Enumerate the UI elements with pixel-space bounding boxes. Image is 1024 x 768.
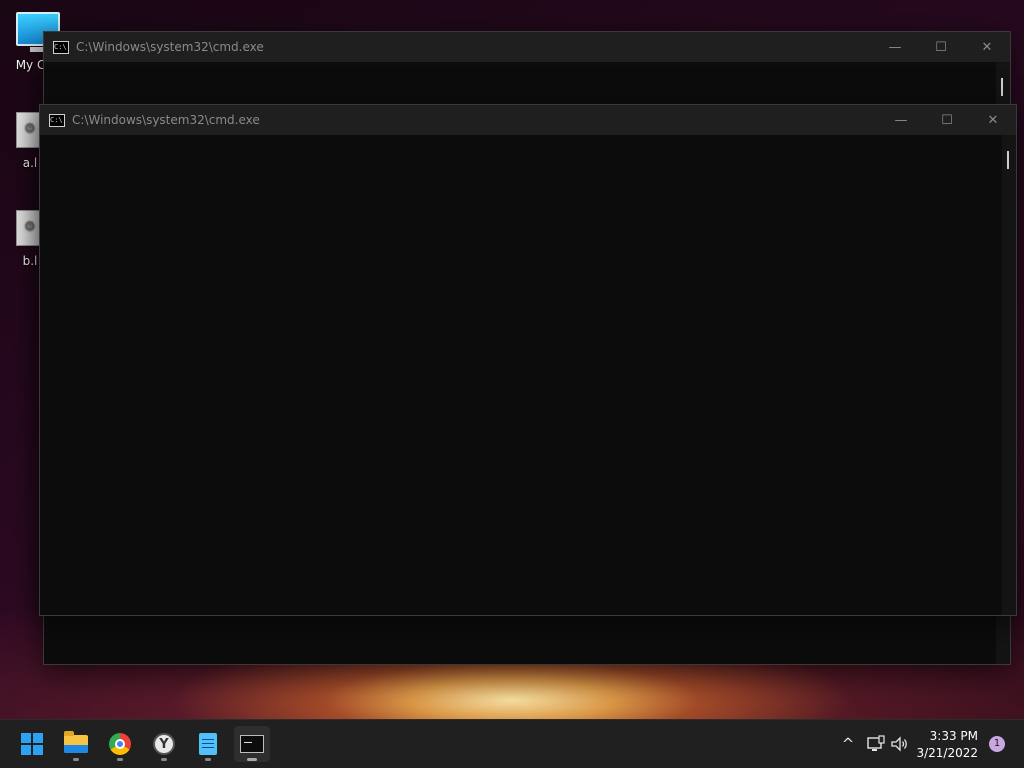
windows-logo-icon xyxy=(21,733,43,755)
taskbar-yandex-browser[interactable]: Y xyxy=(146,726,182,762)
console-area[interactable] xyxy=(40,135,1002,615)
window-title: C:\Windows\system32\cmd.exe xyxy=(76,40,264,54)
terminal-icon xyxy=(240,735,264,753)
scrollbar-thumb[interactable] xyxy=(1001,78,1003,96)
maximize-button[interactable]: ☐ xyxy=(924,105,970,135)
close-button[interactable]: ✕ xyxy=(970,105,1016,135)
maximize-button[interactable]: ☐ xyxy=(918,32,964,62)
taskbar: Y ^ 3:33 PM 3/21/2022 1 xyxy=(0,719,1024,768)
chrome-icon xyxy=(109,733,131,755)
minimize-button[interactable]: — xyxy=(878,105,924,135)
running-indicator xyxy=(117,758,123,761)
start-button[interactable] xyxy=(14,726,50,762)
running-indicator xyxy=(73,758,79,761)
running-indicator xyxy=(161,758,167,761)
taskbar-chrome[interactable] xyxy=(102,726,138,762)
clock-date: 3/21/2022 xyxy=(916,746,978,760)
scrollbar-thumb[interactable] xyxy=(1007,151,1009,169)
taskbar-terminal[interactable] xyxy=(234,726,270,762)
cmd-icon: C:\ xyxy=(53,40,69,54)
cmd-window-front[interactable]: C:\ C:\Windows\system32\cmd.exe — ☐ ✕ xyxy=(39,104,1017,616)
notification-badge[interactable]: 1 xyxy=(989,736,1005,752)
notepad-icon xyxy=(199,733,217,755)
clock-time: 3:33 PM xyxy=(929,729,978,743)
running-indicator xyxy=(247,758,257,761)
vertical-scrollbar[interactable] xyxy=(1002,135,1016,615)
running-indicator xyxy=(205,758,211,761)
folder-icon xyxy=(64,731,88,753)
title-bar[interactable]: C:\ C:\Windows\system32\cmd.exe — ☐ ✕ xyxy=(44,32,1010,62)
volume-icon[interactable] xyxy=(890,735,910,753)
title-bar[interactable]: C:\ C:\Windows\system32\cmd.exe — ☐ ✕ xyxy=(40,105,1016,135)
show-hidden-icons-chevron-icon[interactable]: ^ xyxy=(838,735,858,753)
window-title: C:\Windows\system32\cmd.exe xyxy=(72,113,260,127)
close-button[interactable]: ✕ xyxy=(964,32,1010,62)
network-icon[interactable] xyxy=(866,735,886,753)
yandex-browser-icon: Y xyxy=(153,733,175,755)
minimize-button[interactable]: — xyxy=(872,32,918,62)
taskbar-file-explorer[interactable] xyxy=(58,726,94,762)
cmd-icon: C:\ xyxy=(49,113,65,127)
clock[interactable]: 3:33 PM 3/21/2022 xyxy=(916,728,978,762)
taskbar-notepad[interactable] xyxy=(190,726,226,762)
